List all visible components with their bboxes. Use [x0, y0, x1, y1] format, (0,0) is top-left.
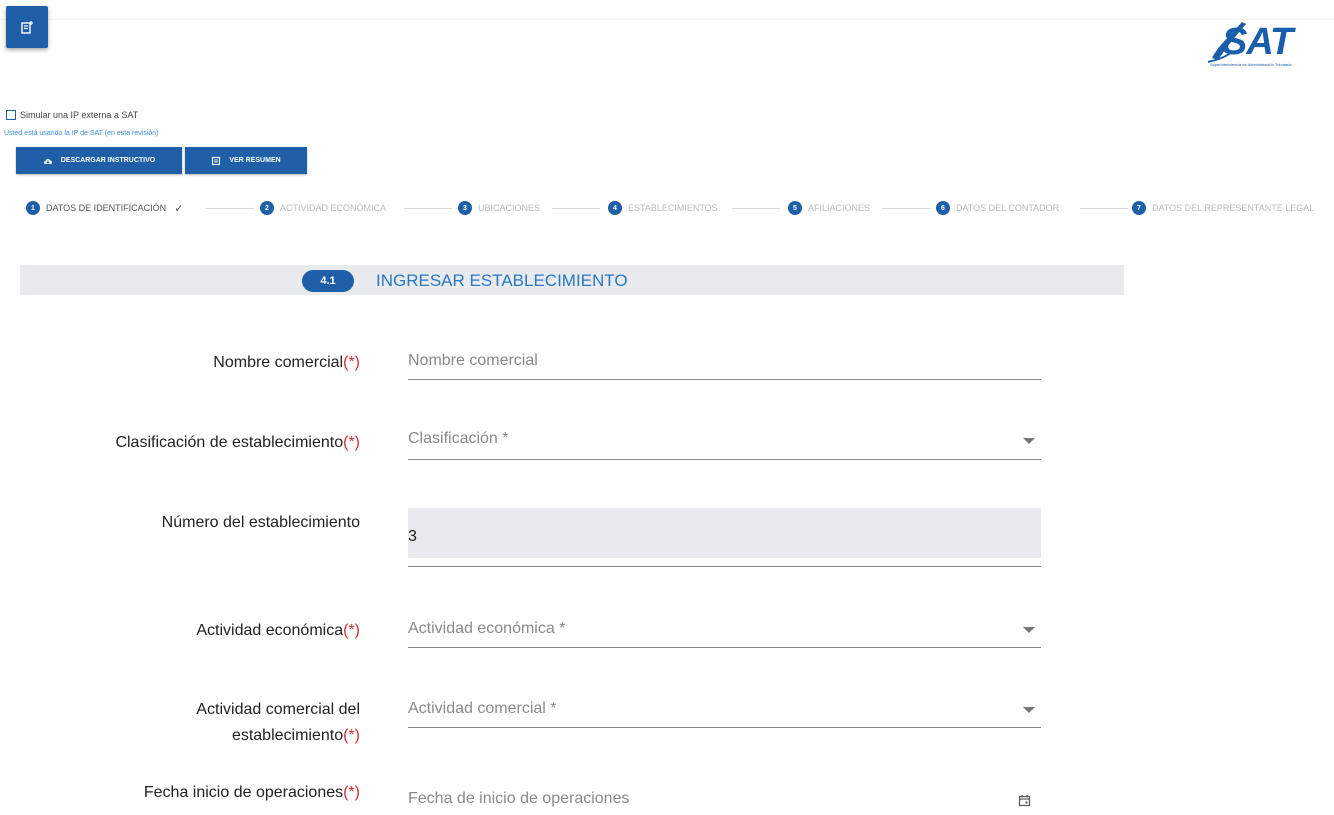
- step-datos-representante-legal[interactable]: 7 DATOS DEL REPRESENTANTE LEGAL: [1132, 201, 1314, 215]
- fecha-inicio-label: Fecha inicio de operaciones(*): [144, 780, 360, 806]
- actividad-economica-label: Actividad económica(*): [196, 618, 360, 644]
- step-actividad-economica[interactable]: 2 ACTIVIDAD ECONÓMICA: [260, 201, 386, 215]
- fecha-inicio-field[interactable]: Fecha de inicio de operaciones: [408, 790, 1041, 812]
- step-label: DATOS DEL REPRESENTANTE LEGAL: [1152, 203, 1315, 213]
- step-number: 4: [608, 201, 622, 215]
- step-number: 6: [936, 201, 950, 215]
- ip-note: Usted está usando la IP de SAT (en esta …: [4, 130, 159, 137]
- numero-value: 3: [408, 528, 417, 545]
- step-number: 1: [26, 201, 40, 215]
- descargar-instructivo-button[interactable]: DESCARGAR INSTRUCTIVO: [16, 147, 182, 174]
- step-label: AFILIACIONES: [808, 203, 871, 213]
- numero-label: Número del establecimiento: [162, 510, 360, 536]
- required-mark: (*): [343, 354, 360, 371]
- step-number: 2: [260, 201, 274, 215]
- required-mark: (*): [343, 434, 360, 451]
- nombre-comercial-label: Nombre comercial(*): [213, 350, 360, 376]
- step-connector: [1080, 208, 1128, 209]
- chevron-down-icon: [1023, 627, 1035, 633]
- step-connector: [404, 208, 452, 209]
- fecha-inicio-placeholder: Fecha de inicio de operaciones: [408, 790, 630, 807]
- logo-tagline: Superintendencia de Administración Tribu…: [1210, 62, 1292, 67]
- stepper: 1 DATOS DE IDENTIFICACIÓN ✓ 2 ACTIVIDAD …: [0, 196, 1334, 220]
- chevron-down-icon: [1023, 438, 1035, 444]
- step-datos-contador[interactable]: 6 DATOS DEL CONTADOR: [936, 201, 1059, 215]
- section-title: INGRESAR ESTABLECIMIENTO: [376, 271, 628, 290]
- step-number: 3: [458, 201, 472, 215]
- simulate-ip-label: Simular una IP externa a SAT: [20, 110, 139, 120]
- actividad-comercial-select[interactable]: Actividad comercial *: [408, 698, 1041, 728]
- calendar-icon[interactable]: [1018, 794, 1031, 807]
- chevron-down-icon: [1023, 707, 1035, 713]
- summary-icon: [212, 156, 221, 165]
- nombre-comercial-placeholder: Nombre comercial: [408, 352, 538, 369]
- step-connector: [732, 208, 780, 209]
- cloud-download-icon: [43, 158, 52, 164]
- descargar-instructivo-label: DESCARGAR INSTRUCTIVO: [60, 157, 156, 164]
- required-mark: (*): [343, 622, 360, 639]
- step-number: 5: [788, 201, 802, 215]
- step-number: 7: [1132, 201, 1146, 215]
- actividad-comercial-label: Actividad comercial del establecimiento(…: [196, 697, 360, 749]
- clasificacion-select[interactable]: Clasificación *: [408, 428, 1041, 460]
- step-connector: [882, 208, 930, 209]
- step-label: ESTABLECIMIENTOS: [628, 203, 718, 213]
- sat-logo: SAT Superintendencia de Administración T…: [1206, 18, 1334, 68]
- field-underline: [408, 459, 1041, 460]
- menu-button[interactable]: [6, 6, 48, 48]
- label-text: Actividad económica: [196, 622, 344, 639]
- step-datos-identificacion[interactable]: 1 DATOS DE IDENTIFICACIÓN ✓: [26, 201, 183, 215]
- check-icon: ✓: [174, 202, 184, 215]
- nombre-comercial-field[interactable]: Nombre comercial: [408, 350, 1041, 380]
- logo-text: SAT: [1222, 21, 1293, 63]
- required-mark: (*): [343, 727, 360, 744]
- step-label: DATOS DE IDENTIFICACIÓN: [46, 203, 167, 213]
- step-ubicaciones[interactable]: 3 UBICACIONES: [458, 201, 540, 215]
- simulate-ip-option[interactable]: Simular una IP externa a SAT: [6, 110, 138, 120]
- numero-field: 3: [408, 508, 1041, 558]
- field-underline: [408, 566, 1041, 567]
- step-label: ACTIVIDAD ECONÓMICA: [280, 203, 387, 213]
- step-afiliaciones[interactable]: 5 AFILIACIONES: [788, 201, 870, 215]
- section-header: 4.1 INGRESAR ESTABLECIMIENTO: [20, 265, 1124, 295]
- label-text: establecimiento: [231, 727, 344, 744]
- step-establecimientos[interactable]: 4 ESTABLECIMIENTOS: [608, 201, 718, 215]
- step-label: UBICACIONES: [478, 203, 541, 213]
- top-bar: [0, 0, 1334, 20]
- field-underline: [408, 727, 1041, 728]
- field-underline: [408, 647, 1041, 648]
- clasificacion-placeholder: Clasificación *: [408, 430, 509, 447]
- section-badge: 4.1: [302, 270, 354, 292]
- ver-resumen-label: VER RESUMEN: [229, 157, 281, 164]
- actividad-economica-placeholder: Actividad económica *: [408, 620, 566, 637]
- step-label: DATOS DEL CONTADOR: [956, 203, 1060, 213]
- ver-resumen-button[interactable]: VER RESUMEN: [185, 147, 307, 174]
- clasificacion-label: Clasificación de establecimiento(*): [115, 430, 360, 456]
- step-connector: [552, 208, 600, 209]
- label-text: Clasificación de establecimiento: [115, 434, 344, 451]
- label-text: Nombre comercial: [213, 354, 344, 371]
- actividad-economica-select[interactable]: Actividad económica *: [408, 618, 1041, 648]
- label-text: Número del establecimiento: [161, 514, 360, 531]
- step-connector: [206, 208, 254, 209]
- required-mark: (*): [343, 784, 360, 801]
- actividad-comercial-placeholder: Actividad comercial *: [408, 700, 557, 717]
- field-underline: [408, 379, 1041, 380]
- label-text: Fecha inicio de operaciones: [143, 784, 344, 801]
- menu-document-icon: [21, 21, 33, 34]
- label-text: Actividad comercial del: [196, 701, 360, 718]
- simulate-ip-checkbox[interactable]: [6, 110, 16, 120]
